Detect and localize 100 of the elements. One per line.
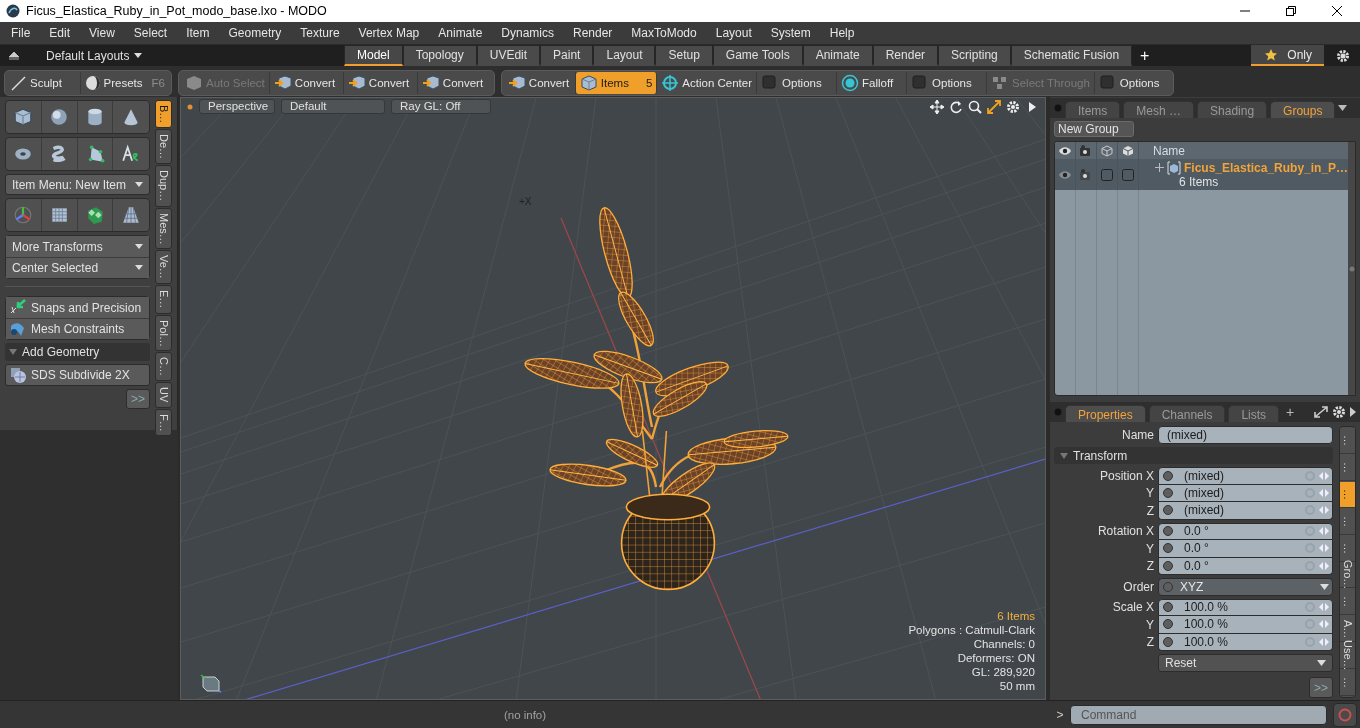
caret-icon[interactable] [1338, 105, 1348, 111]
panel-tab[interactable]: Mesh … [1123, 101, 1195, 118]
side-tab[interactable]: … [1340, 428, 1355, 454]
section-header[interactable]: Add Geometry [5, 343, 150, 361]
keyframe-dot-icon[interactable] [1162, 619, 1173, 630]
keyframe-dot-icon[interactable] [1162, 470, 1173, 481]
menu-item[interactable]: Select [126, 26, 175, 40]
tool-button[interactable]: Options [907, 71, 988, 94]
cube-icon[interactable] [13, 107, 34, 127]
group-row[interactable]: Ficus_Elastica_Ruby_in_P… 6 Items [1055, 159, 1349, 190]
dropdown-button[interactable]: Center Selected [6, 257, 149, 278]
side-tab[interactable]: Pol… [155, 314, 172, 352]
value-field[interactable]: (mixed) [1158, 502, 1333, 520]
value-field[interactable]: 100.0 % [1158, 598, 1333, 616]
keyframe-dot-icon[interactable] [1162, 636, 1173, 647]
add-tab-button[interactable]: + [1282, 404, 1299, 420]
record-button[interactable] [1333, 702, 1357, 727]
render-camera-icon[interactable] [1079, 167, 1093, 182]
maximize-button[interactable] [1285, 5, 1297, 17]
panel-tab[interactable]: Shading [1197, 101, 1268, 118]
side-tab[interactable]: B… [155, 100, 172, 129]
menu-item[interactable]: Dynamics [494, 26, 561, 40]
arrow-right-icon[interactable] [1350, 407, 1356, 417]
layout-tab[interactable]: Render [872, 45, 939, 66]
tool-button[interactable]: Options [757, 71, 838, 94]
value-field[interactable]: 0.0 ° [1158, 522, 1333, 540]
tool-button[interactable]: Convert [417, 71, 492, 94]
keyframe-dot-icon[interactable] [1162, 602, 1173, 613]
keyframe-dot-icon[interactable] [1162, 543, 1173, 554]
tool-button[interactable]: Convert [269, 71, 344, 94]
keyframe-dot-icon[interactable] [1162, 487, 1173, 498]
keyframe-dot-icon[interactable] [1162, 526, 1173, 537]
menu-item[interactable]: Help [822, 26, 862, 40]
settings-icon[interactable] [1006, 99, 1020, 114]
settings-icon[interactable] [1336, 48, 1350, 63]
search-icon[interactable] [968, 99, 982, 114]
layouts-dropdown[interactable]: Default Layouts [46, 45, 326, 66]
panel-tab[interactable]: Channels [1148, 405, 1226, 422]
tool-button[interactable]: Snaps and Precision [6, 297, 149, 318]
expand-icon[interactable] [1314, 406, 1328, 418]
viewport-option-button[interactable]: Ray GL: Off [391, 99, 491, 114]
panel-tab[interactable]: Groups [1270, 101, 1336, 118]
side-tab[interactable]: F… [155, 408, 172, 437]
tool-button[interactable]: Options [1094, 71, 1171, 94]
keyframe-dot-icon[interactable] [1162, 505, 1173, 516]
layout-tab[interactable]: Setup [655, 45, 713, 66]
menu-item[interactable]: Texture [293, 26, 347, 40]
section-header[interactable]: Transform [1054, 447, 1333, 464]
menu-item[interactable]: View [82, 26, 122, 40]
tool-button[interactable]: Items 5 [575, 71, 658, 94]
side-tab[interactable]: Ve… [155, 250, 172, 285]
menu-item[interactable]: Render [566, 26, 620, 40]
menu-item[interactable]: System [763, 26, 818, 40]
square-toggle-icon[interactable] [1101, 168, 1113, 181]
side-tab[interactable]: E… [155, 285, 172, 314]
panel-tab[interactable]: Lists [1228, 405, 1280, 422]
layout-tab[interactable]: Animate [802, 45, 873, 66]
layout-tab[interactable]: Paint [540, 45, 594, 66]
keyframe-dot-icon[interactable] [1162, 560, 1173, 571]
move-icon[interactable] [930, 99, 944, 114]
grid-mesh-icon[interactable] [49, 205, 70, 225]
order-dropdown[interactable]: XYZ [1158, 578, 1333, 596]
presets-button[interactable]: Presets F6 [80, 71, 169, 94]
new-group-button[interactable]: New Group [1054, 121, 1134, 137]
viewport-option-button[interactable]: Default [281, 99, 385, 114]
tool-button[interactable]: Action Center [657, 71, 758, 94]
name-field[interactable]: (mixed) [1158, 426, 1333, 444]
dropdown-button[interactable]: More Transforms [6, 236, 149, 257]
side-tab[interactable]: Mes… [155, 207, 172, 250]
layout-tab[interactable]: Game Tools [712, 45, 803, 66]
command-field[interactable]: Command [1070, 704, 1327, 725]
layout-tab[interactable]: Topology [402, 45, 477, 66]
collapse-arrow-icon[interactable] [8, 50, 20, 61]
tool-button[interactable]: Convert [503, 71, 576, 94]
menu-item[interactable]: Item [179, 26, 217, 40]
transform-gizmo-icon[interactable] [13, 205, 34, 225]
panel-tab[interactable]: Properties [1065, 405, 1146, 422]
side-tab[interactable]: C… [155, 352, 172, 382]
menu-item[interactable]: Edit [42, 26, 78, 40]
close-button[interactable] [1331, 5, 1343, 17]
subdivide-button[interactable]: SDS Subdivide 2X [5, 364, 150, 386]
reset-dropdown[interactable]: Reset [1158, 654, 1333, 672]
dropdown-button[interactable]: Item Menu: New Item [5, 174, 150, 195]
add-tab-button[interactable]: + [1132, 45, 1158, 66]
expand-icon[interactable] [987, 99, 1001, 114]
side-tab[interactable]: … [1340, 481, 1355, 508]
menu-item[interactable]: Vertex Map [351, 26, 427, 40]
settings-icon[interactable] [1332, 405, 1346, 419]
menu-item[interactable]: MaxToModo [624, 26, 704, 40]
value-field[interactable]: (mixed) [1158, 467, 1333, 485]
rotate-icon[interactable] [949, 99, 963, 114]
side-tab[interactable]: Gro… [1340, 562, 1355, 589]
panel-tab[interactable]: Items [1065, 101, 1121, 118]
menu-item[interactable]: Layout [708, 26, 759, 40]
keyframe-dot-icon[interactable] [1162, 581, 1173, 592]
tool-button[interactable]: Falloff [837, 71, 908, 94]
menu-item[interactable]: Animate [431, 26, 490, 40]
layout-tab[interactable]: UVEdit [476, 45, 541, 66]
square-toggle-icon[interactable] [1122, 168, 1134, 181]
side-tab[interactable]: UV [155, 382, 172, 408]
